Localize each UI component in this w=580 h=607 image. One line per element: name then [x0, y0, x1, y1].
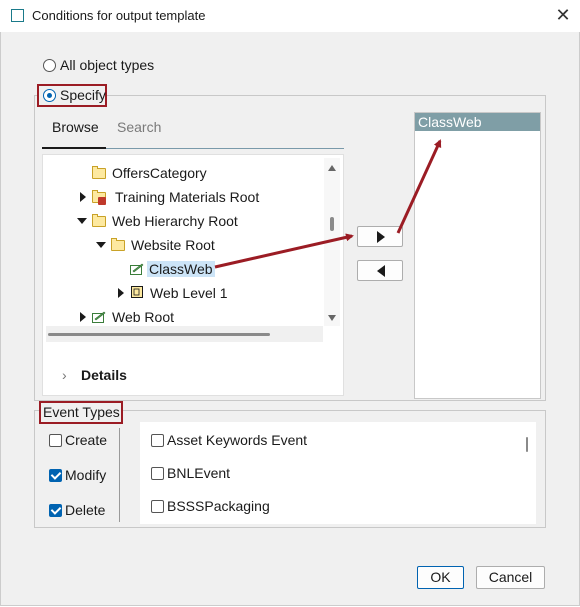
ok-button[interactable]: OK: [417, 566, 464, 589]
modify-label[interactable]: Modify: [65, 467, 106, 483]
modify-checkbox[interactable]: [49, 469, 62, 482]
event-types-label: Event Types: [43, 404, 120, 420]
event-scroll-thumb[interactable]: [526, 437, 528, 452]
asset-keywords-event-label[interactable]: Asset Keywords Event: [167, 432, 307, 448]
event-divider: [119, 428, 120, 522]
bssspackaging-label[interactable]: BSSSPackaging: [167, 498, 270, 514]
delete-label[interactable]: Delete: [65, 502, 105, 518]
cancel-button[interactable]: Cancel: [476, 566, 545, 589]
annotation-arrow-to-add: [214, 233, 354, 269]
annotation-arrow-to-list: [396, 139, 442, 234]
delete-checkbox[interactable]: [49, 504, 62, 517]
create-checkbox[interactable]: [49, 434, 62, 447]
create-label[interactable]: Create: [65, 432, 107, 448]
bnlevent-checkbox[interactable]: [151, 467, 164, 480]
asset-keywords-event-checkbox[interactable]: [151, 434, 164, 447]
bnlevent-label[interactable]: BNLEvent: [167, 465, 230, 481]
bssspackaging-checkbox[interactable]: [151, 500, 164, 513]
